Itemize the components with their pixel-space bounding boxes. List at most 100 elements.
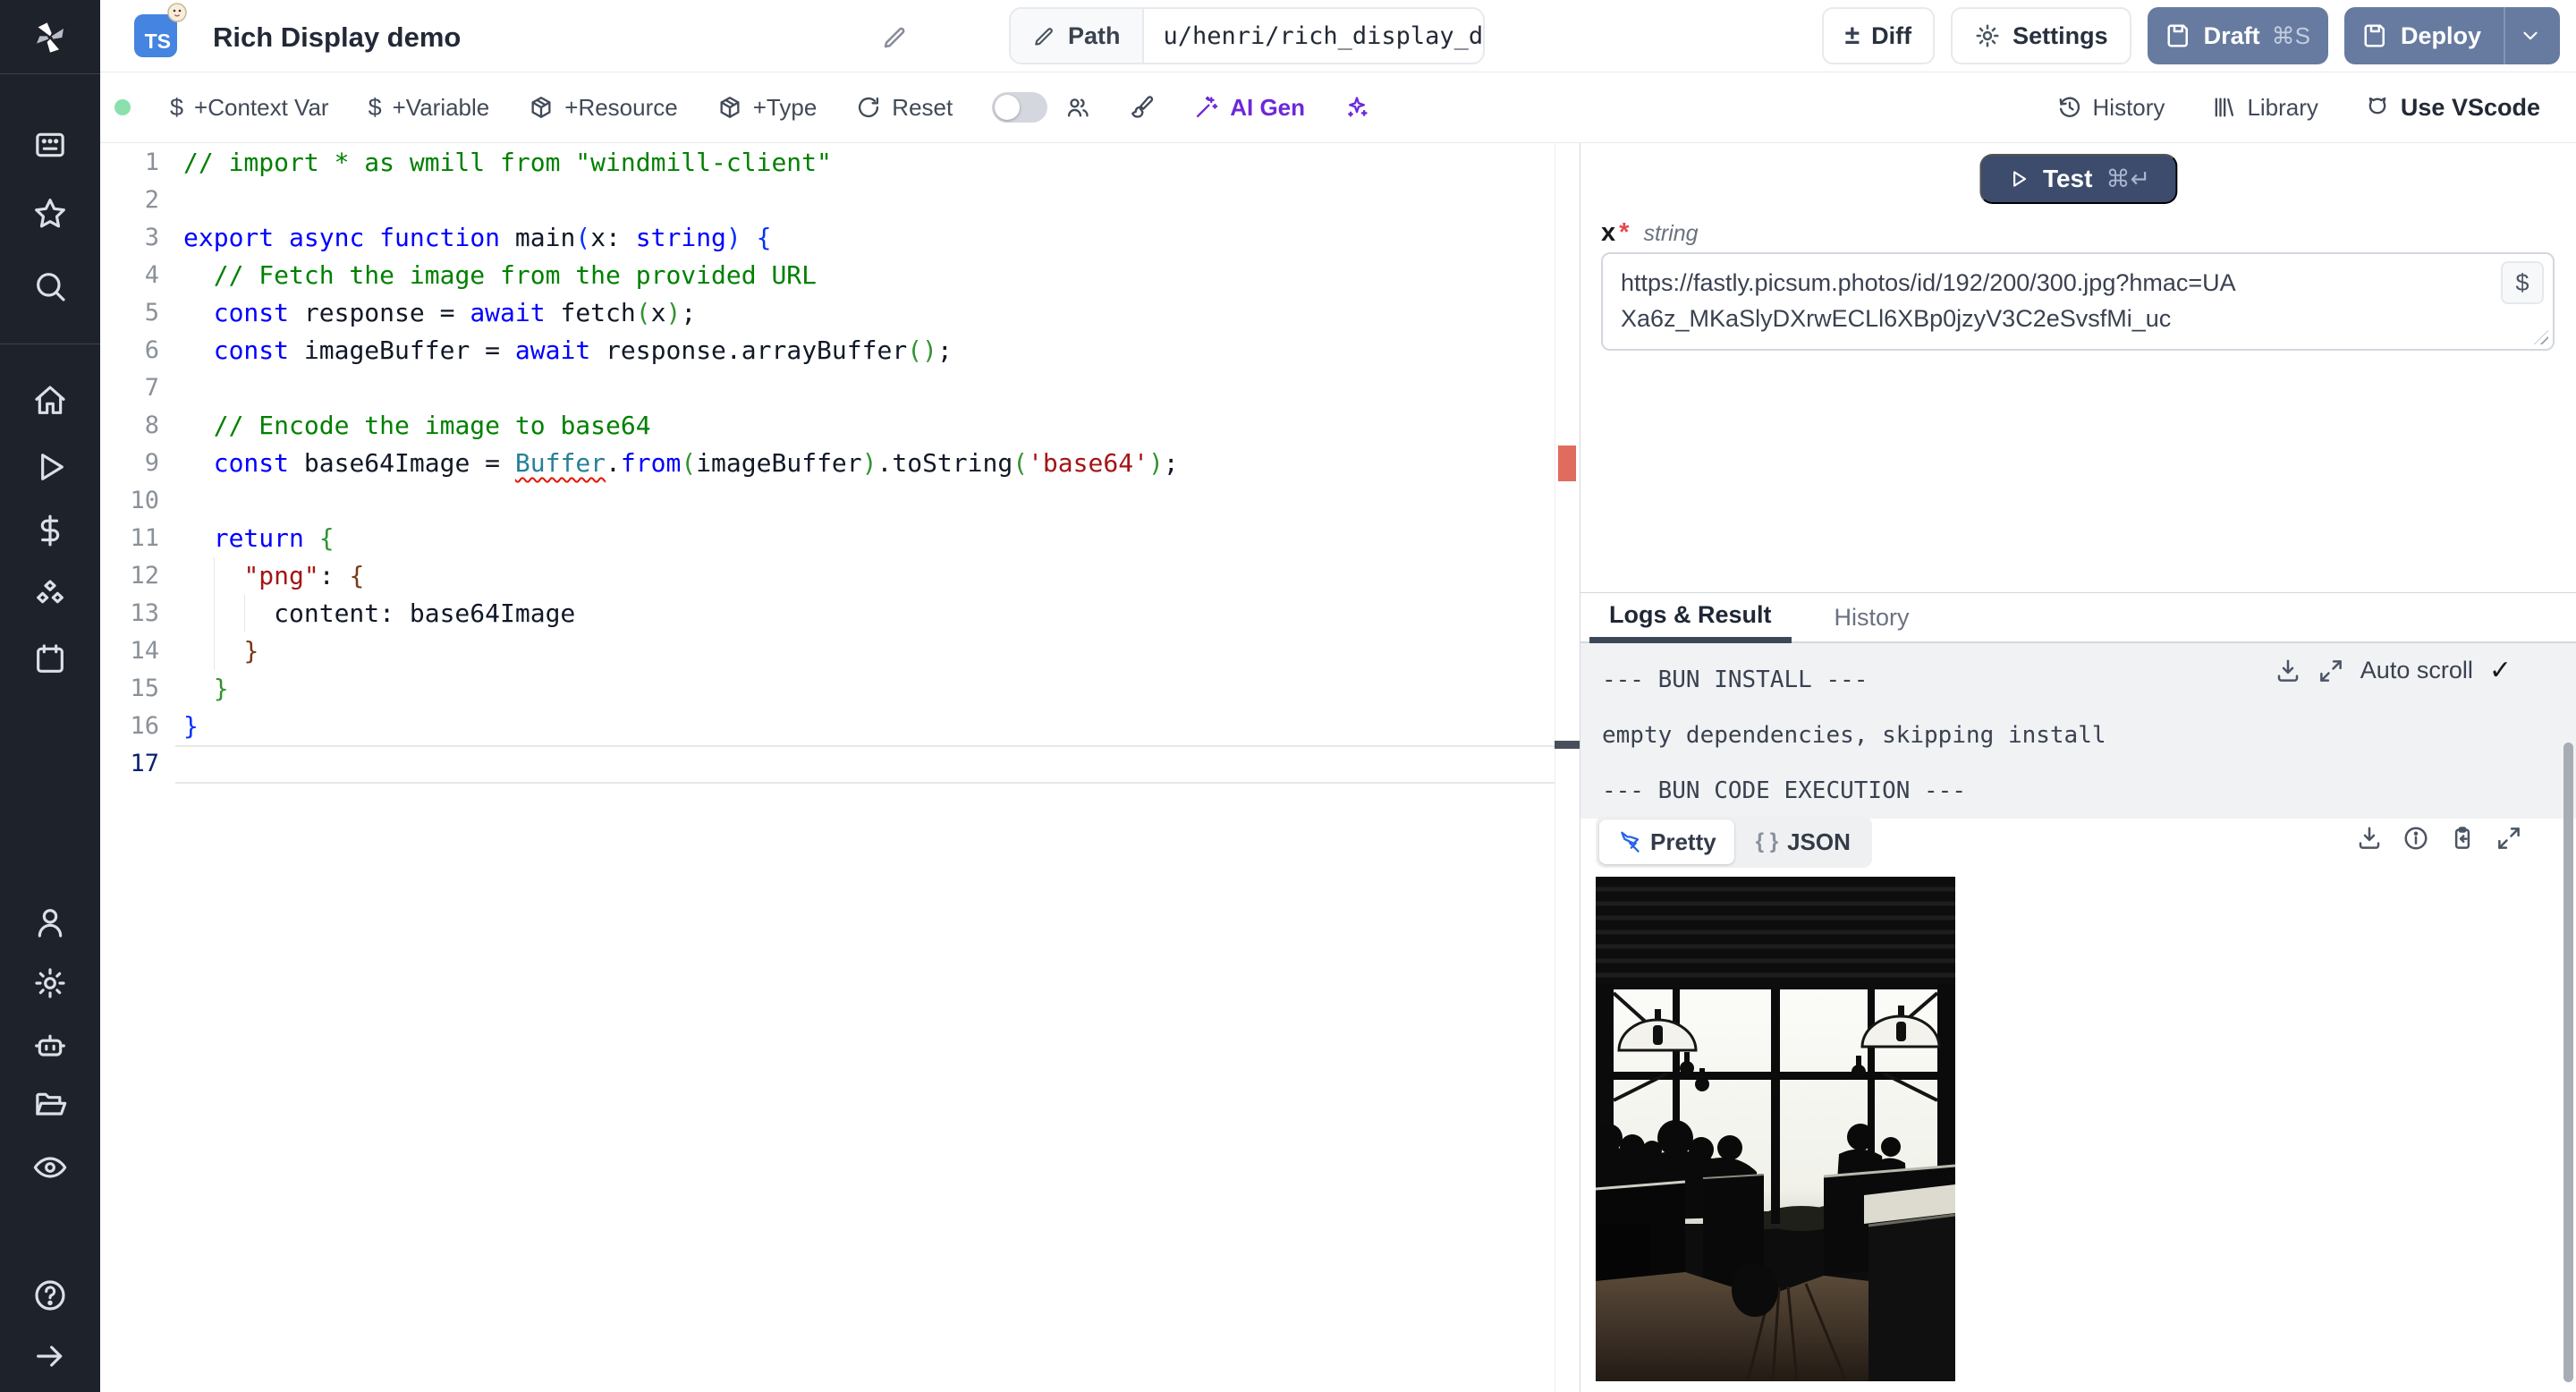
result-scrollbar[interactable] xyxy=(2563,743,2573,1382)
code-line[interactable]: } xyxy=(183,708,1553,745)
line-number[interactable]: 7 xyxy=(100,369,166,407)
reset-button[interactable]: Reset xyxy=(856,94,953,122)
code-line[interactable] xyxy=(183,745,1553,783)
edit-title-pencil-icon[interactable] xyxy=(881,23,908,55)
line-number[interactable]: 6 xyxy=(100,332,166,369)
schedules-calendar-icon[interactable] xyxy=(30,640,70,679)
robot-icon[interactable] xyxy=(30,1026,70,1065)
package-icon xyxy=(720,97,740,118)
star-icon[interactable] xyxy=(30,194,70,233)
line-number[interactable]: 3 xyxy=(100,219,166,257)
sidebar xyxy=(0,0,100,1392)
home-icon[interactable] xyxy=(30,381,70,420)
test-button[interactable]: Test ⌘↵ xyxy=(1979,154,2178,204)
tab-logs-result[interactable]: Logs & Result xyxy=(1589,593,1792,643)
textarea-resize-handle[interactable] xyxy=(2534,330,2548,344)
add-type-button[interactable]: +Type xyxy=(717,94,817,122)
download-logs-icon[interactable] xyxy=(2275,658,2301,684)
json-tab[interactable]: { } JSON xyxy=(1738,819,1868,864)
code-line[interactable]: content: base64Image xyxy=(183,595,1553,632)
line-number[interactable]: 12 xyxy=(100,557,166,595)
code-line[interactable]: const response = await fetch(x); xyxy=(183,294,1553,332)
user-icon[interactable] xyxy=(30,903,70,942)
insert-variable-button[interactable]: $ xyxy=(2501,261,2544,304)
code-content[interactable]: // import * as wmill from "windmill-clie… xyxy=(183,144,1553,783)
diff-button[interactable]: ± Diff xyxy=(1821,7,1936,64)
help-icon[interactable] xyxy=(30,1276,70,1315)
fullscreen-result-icon[interactable] xyxy=(2496,825,2522,852)
code-line[interactable]: } xyxy=(183,632,1553,670)
argument-value[interactable]: https://fastly.picsum.photos/id/192/200/… xyxy=(1621,265,2247,336)
ai-gen-button[interactable]: AI Gen xyxy=(1194,94,1305,122)
code-editor[interactable]: 1 2 3 4 5 6 7 8 9 10 11 12 13 14 15 16 17 // import * as… xyxy=(100,143,1580,1392)
line-number[interactable]: 5 xyxy=(100,294,166,332)
line-number[interactable]: 16 xyxy=(100,708,166,745)
use-vscode-button[interactable]: Use VScode xyxy=(2365,94,2540,122)
resources-boxes-icon[interactable] xyxy=(30,575,70,615)
overview-ruler[interactable] xyxy=(1555,143,1580,1392)
sparkles-icon xyxy=(1348,97,1368,117)
code-line[interactable] xyxy=(183,482,1553,520)
code-line[interactable]: // Encode the image to base64 xyxy=(183,407,1553,445)
code-line[interactable]: // Fetch the image from the provided URL xyxy=(183,257,1553,294)
toggle-knob xyxy=(995,95,1021,120)
auto-scroll-label[interactable]: Auto scroll xyxy=(2360,657,2473,684)
windmill-logo-icon[interactable] xyxy=(30,18,70,57)
argument-input[interactable]: https://fastly.picsum.photos/id/192/200/… xyxy=(1601,252,2555,351)
history-button[interactable]: History xyxy=(2057,94,2165,122)
search-icon[interactable] xyxy=(30,267,70,306)
code-line[interactable]: "png": { xyxy=(183,557,1553,595)
settings-gear-icon[interactable] xyxy=(30,963,70,1003)
add-resource-button[interactable]: +Resource xyxy=(529,94,678,122)
pretty-tab[interactable]: Pretty xyxy=(1599,819,1734,864)
expand-logs-icon[interactable] xyxy=(2318,658,2344,684)
path-field[interactable]: Path u/henri/rich_display_demo xyxy=(1009,7,1485,64)
pretty-label: Pretty xyxy=(1650,828,1716,855)
info-icon[interactable] xyxy=(2402,825,2429,852)
users-icon xyxy=(1068,98,1089,117)
line-number[interactable]: 15 xyxy=(100,670,166,708)
line-number[interactable]: 1 xyxy=(100,144,166,182)
line-number[interactable]: 10 xyxy=(100,482,166,520)
runs-play-icon[interactable] xyxy=(30,447,70,487)
folder-open-icon[interactable] xyxy=(30,1085,70,1125)
path-value[interactable]: u/henri/rich_display_demo xyxy=(1144,9,1483,63)
code-line[interactable]: export async function main(x: string) { xyxy=(183,219,1553,257)
ai-sparkles-button[interactable] xyxy=(1344,95,1369,120)
code-line[interactable]: const imageBuffer = await response.array… xyxy=(183,332,1553,369)
line-number[interactable]: 2 xyxy=(100,182,166,219)
add-variable-button[interactable]: $ +Variable xyxy=(369,94,490,122)
code-line[interactable] xyxy=(183,369,1553,407)
line-number-gutter[interactable]: 1 2 3 4 5 6 7 8 9 10 11 12 13 14 15 16 17 xyxy=(100,144,166,783)
download-result-icon[interactable] xyxy=(2356,825,2383,852)
code-line[interactable]: } xyxy=(183,670,1553,708)
code-line[interactable]: const base64Image = Buffer.from(imageBuf… xyxy=(183,445,1553,482)
code-line[interactable]: return { xyxy=(183,520,1553,557)
add-context-var-button[interactable]: $ +Context Var xyxy=(170,94,329,122)
code-line[interactable]: // import * as wmill from "windmill-clie… xyxy=(183,144,1553,182)
format-brush-button[interactable] xyxy=(1130,95,1155,120)
code-line[interactable] xyxy=(183,182,1553,219)
draft-button[interactable]: Draft ⌘S xyxy=(2147,7,2328,64)
settings-button[interactable]: Settings xyxy=(1951,7,2131,64)
tab-history[interactable]: History xyxy=(1815,593,1929,641)
dollar-icon: $ xyxy=(170,93,184,121)
line-number[interactable]: 9 xyxy=(100,445,166,482)
library-button[interactable]: Library xyxy=(2211,94,2318,122)
line-number[interactable]: 14 xyxy=(100,632,166,670)
line-number[interactable]: 13 xyxy=(100,595,166,632)
line-number[interactable]: 4 xyxy=(100,257,166,294)
copy-clipboard-icon[interactable] xyxy=(2449,825,2476,852)
result-tabs: Logs & Result History xyxy=(1580,592,2576,643)
deploy-button[interactable]: Deploy xyxy=(2343,7,2560,64)
line-number[interactable]: 8 xyxy=(100,407,166,445)
variables-dollar-icon[interactable] xyxy=(30,511,70,550)
diff-mode-toggle[interactable] xyxy=(992,92,1048,123)
eye-icon[interactable] xyxy=(30,1148,70,1187)
json-label: JSON xyxy=(1787,828,1851,855)
line-number[interactable]: 17 xyxy=(100,745,166,783)
line-number[interactable]: 11 xyxy=(100,520,166,557)
apps-icon[interactable] xyxy=(30,125,70,165)
test-shortcut: ⌘↵ xyxy=(2106,165,2151,192)
expand-sidebar-arrow-icon[interactable] xyxy=(30,1337,70,1376)
